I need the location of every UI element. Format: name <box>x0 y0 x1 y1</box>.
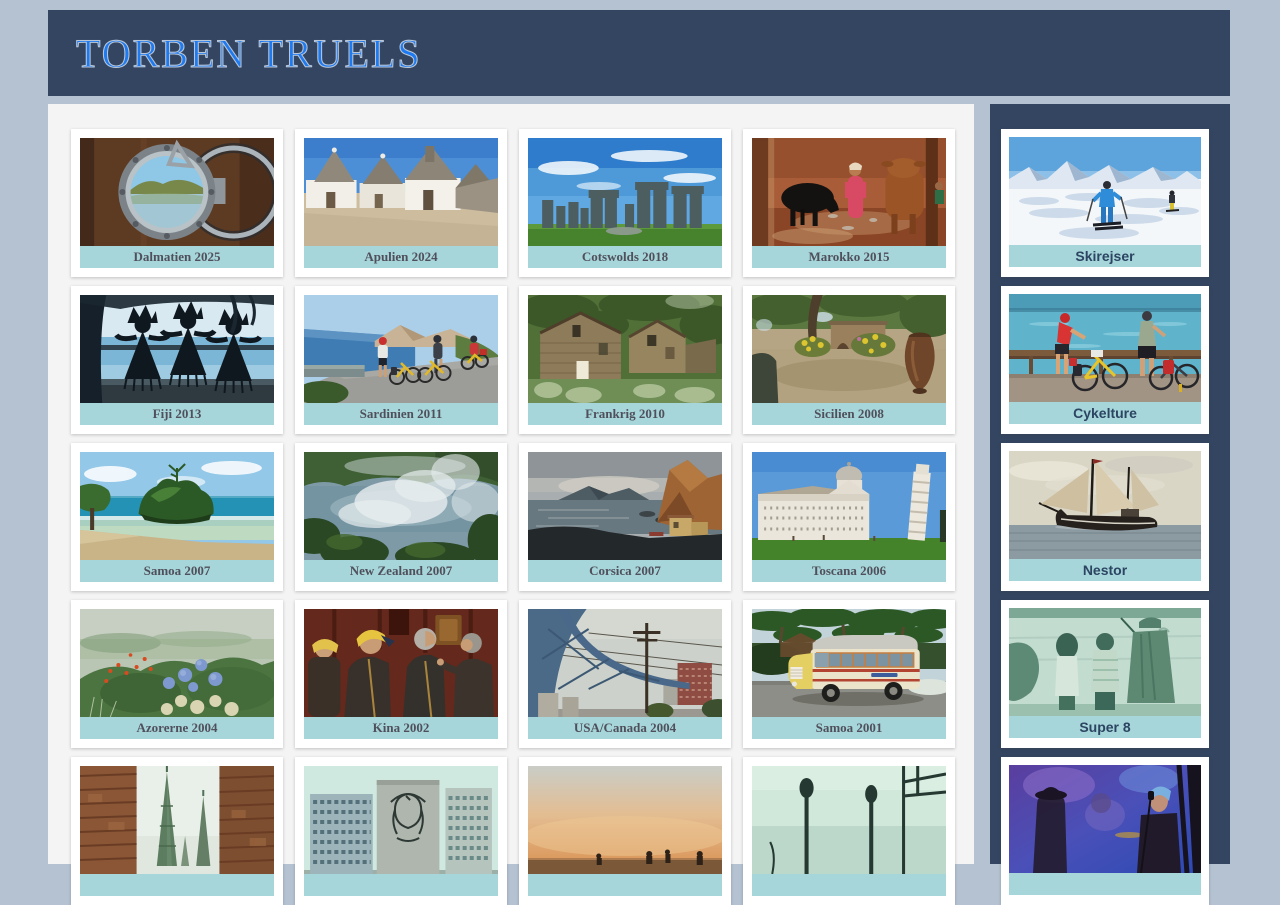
photo-havana-mural <box>304 766 498 874</box>
album-caption: Cykelture <box>1009 402 1201 424</box>
album-card[interactable] <box>1001 757 1209 905</box>
gallery-grid: Dalmatien 2025 Apulien 2024 Cotswolds 20… <box>71 129 974 905</box>
album-card[interactable]: USA/Canada 2004 <box>519 600 731 748</box>
photo-stone-houses <box>528 295 722 403</box>
album-caption: Super 8 <box>1009 716 1201 738</box>
album-caption: Nestor <box>1009 559 1201 581</box>
photo-vintage-film-figures <box>1009 608 1201 716</box>
album-caption: Samoa 2001 <box>752 717 946 739</box>
photo-stonehenge <box>528 138 722 246</box>
photo-steel-bridge <box>528 609 722 717</box>
album-card[interactable]: Toscana 2006 <box>743 443 955 591</box>
album-card[interactable]: Sicilien 2008 <box>743 286 955 434</box>
album-caption: Azorerne 2004 <box>80 717 274 739</box>
album-card[interactable]: Nestor <box>1001 443 1209 591</box>
album-card[interactable]: Kina 2002 <box>295 600 507 748</box>
album-card[interactable]: Samoa 2007 <box>71 443 283 591</box>
photo-porthole-sea-view <box>80 138 274 246</box>
album-card[interactable] <box>295 757 507 905</box>
album-caption: Toscana 2006 <box>752 560 946 582</box>
album-card[interactable]: Corsica 2007 <box>519 443 731 591</box>
album-caption: Marokko 2015 <box>752 246 946 268</box>
album-caption: Cotswolds 2018 <box>528 246 722 268</box>
photo-dancer-silhouettes <box>80 295 274 403</box>
album-card[interactable]: Samoa 2001 <box>743 600 955 748</box>
album-caption <box>528 874 722 896</box>
album-caption: Skirejser <box>1009 245 1201 267</box>
album-card[interactable]: Sardinien 2011 <box>295 286 507 434</box>
photo-concert-stage <box>1009 765 1201 873</box>
photo-sailing-ship <box>1009 451 1201 559</box>
photo-cyclists-waterfront <box>1009 294 1201 402</box>
photo-people-yellow-caps <box>304 609 498 717</box>
album-caption: Sardinien 2011 <box>304 403 498 425</box>
album-caption <box>80 874 274 896</box>
photo-church-spires <box>80 766 274 874</box>
photo-hydrangea-flowers <box>80 609 274 717</box>
album-card[interactable]: Azorerne 2004 <box>71 600 283 748</box>
album-card[interactable]: Frankrig 2010 <box>519 286 731 434</box>
album-caption: Fiji 2013 <box>80 403 274 425</box>
photo-trulli-houses <box>304 138 498 246</box>
album-caption: New Zealand 2007 <box>304 560 498 582</box>
album-card[interactable]: New Zealand 2007 <box>295 443 507 591</box>
album-card[interactable]: Fiji 2013 <box>71 286 283 434</box>
album-caption <box>1009 873 1201 895</box>
page-layout: Dalmatien 2025 Apulien 2024 Cotswolds 20… <box>48 104 1230 905</box>
album-caption: Kina 2002 <box>304 717 498 739</box>
album-card[interactable]: Cotswolds 2018 <box>519 129 731 277</box>
photo-woman-with-cattle <box>752 138 946 246</box>
photo-teal-silhouettes <box>752 766 946 874</box>
photo-desert-sunset <box>528 766 722 874</box>
photo-coastal-cyclists <box>304 295 498 403</box>
photo-lagoon-island <box>80 452 274 560</box>
album-card[interactable]: Dalmatien 2025 <box>71 129 283 277</box>
album-caption: Sicilien 2008 <box>752 403 946 425</box>
album-card[interactable] <box>71 757 283 905</box>
album-caption: Corsica 2007 <box>528 560 722 582</box>
album-caption: USA/Canada 2004 <box>528 717 722 739</box>
album-card[interactable]: Apulien 2024 <box>295 129 507 277</box>
album-card[interactable] <box>743 757 955 905</box>
photo-steaming-crater <box>304 452 498 560</box>
album-card[interactable]: Super 8 <box>1001 600 1209 748</box>
site-header: TORBEN TRUELS <box>48 10 1230 96</box>
photo-coast-cliffs <box>528 452 722 560</box>
photo-pisa-cathedral <box>752 452 946 560</box>
album-card[interactable] <box>519 757 731 905</box>
gallery-panel: Dalmatien 2025 Apulien 2024 Cotswolds 20… <box>48 104 974 905</box>
album-caption <box>752 874 946 896</box>
album-caption: Apulien 2024 <box>304 246 498 268</box>
album-caption: Dalmatien 2025 <box>80 246 274 268</box>
photo-ski-slope <box>1009 137 1201 245</box>
site-title[interactable]: TORBEN TRUELS <box>48 30 422 77</box>
photo-island-bus <box>752 609 946 717</box>
sidebar-list: Skirejser Cykelture Nestor Super 8 <box>1001 129 1230 905</box>
photo-garden-urn <box>752 295 946 403</box>
album-card[interactable]: Marokko 2015 <box>743 129 955 277</box>
album-caption: Frankrig 2010 <box>528 403 722 425</box>
album-card[interactable]: Cykelture <box>1001 286 1209 434</box>
album-caption: Samoa 2007 <box>80 560 274 582</box>
album-caption <box>304 874 498 896</box>
album-card[interactable]: Skirejser <box>1001 129 1209 277</box>
sidebar-panel: Skirejser Cykelture Nestor Super 8 <box>990 104 1230 905</box>
